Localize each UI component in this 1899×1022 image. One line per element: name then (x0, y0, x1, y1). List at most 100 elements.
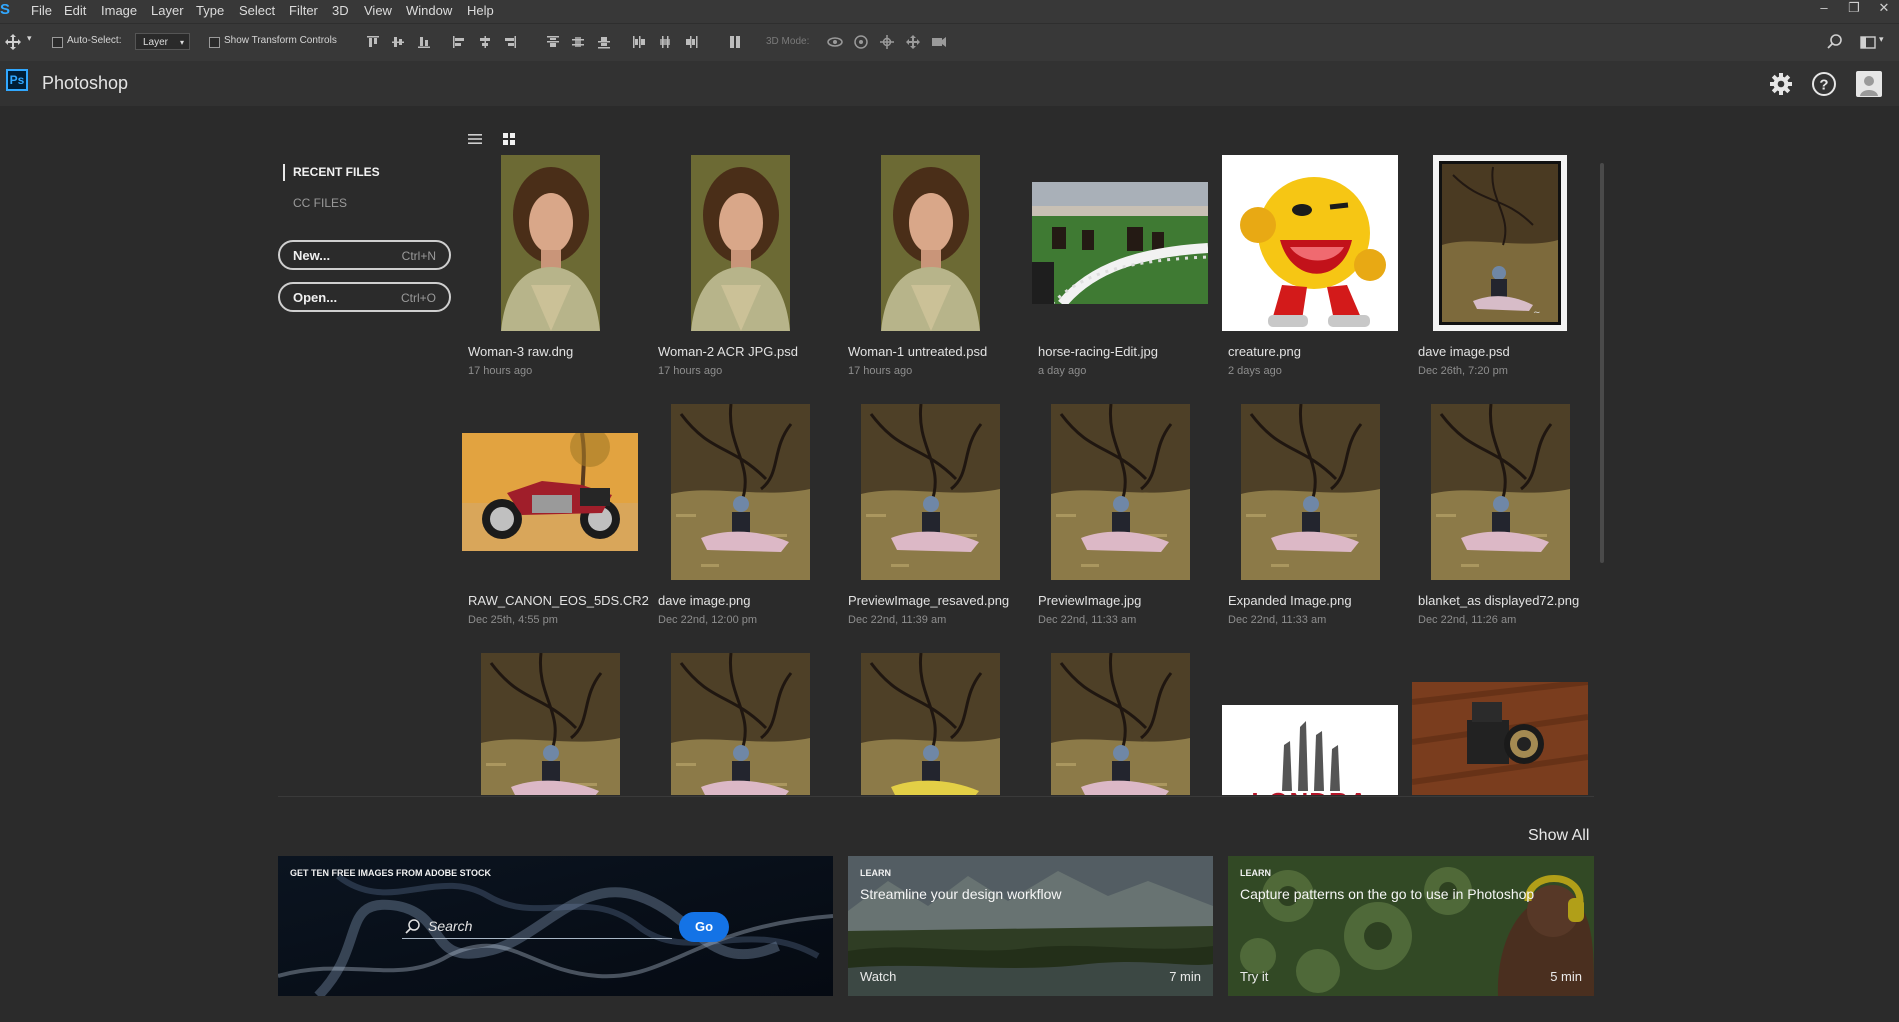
menu-help[interactable]: Help (467, 3, 494, 18)
learn-card-1-action[interactable]: Watch (860, 969, 896, 984)
file-tile[interactable]: ~ dave image.psd Dec 26th, 7:20 pm (1412, 155, 1588, 395)
menu-edit[interactable]: Edit (64, 3, 86, 18)
file-thumbnail (1240, 404, 1380, 580)
roll-3d-icon[interactable] (852, 33, 870, 51)
file-thumbnail-area[interactable] (842, 653, 1018, 795)
move-tool-icon[interactable] (4, 33, 22, 51)
close-icon[interactable]: ✕ (1869, 0, 1899, 23)
file-tile[interactable]: LONDRAIMMOBILI (1222, 653, 1398, 795)
file-tile[interactable]: RAW_CANON_EOS_5DS.CR2 Dec 25th, 4:55 pm (462, 404, 649, 644)
distribute-hcenter-icon[interactable] (656, 33, 674, 51)
stock-search-field[interactable]: Search (402, 914, 672, 939)
file-tile[interactable]: Woman-3 raw.dng 17 hours ago (462, 155, 638, 395)
distribute-left-icon[interactable] (630, 33, 648, 51)
file-thumbnail-area[interactable] (1222, 404, 1398, 580)
menu-file[interactable]: File (31, 3, 52, 18)
file-tile[interactable] (652, 653, 828, 795)
new-shortcut: Ctrl+N (401, 249, 436, 263)
learn-card-design-workflow[interactable]: LEARN Streamline your design workflow Wa… (848, 856, 1213, 996)
file-thumbnail-area[interactable] (462, 155, 638, 331)
file-thumbnail-area[interactable] (842, 155, 1018, 331)
file-thumbnail-area[interactable] (1032, 653, 1208, 795)
align-hcenter-icon[interactable] (476, 33, 494, 51)
menu-view[interactable]: View (364, 3, 392, 18)
user-avatar-icon[interactable] (1855, 70, 1883, 98)
menu-layer[interactable]: Layer (151, 3, 184, 18)
menu-filter[interactable]: Filter (289, 3, 318, 18)
file-tile[interactable] (462, 653, 638, 795)
file-tile[interactable]: creature.png 2 days ago (1222, 155, 1398, 395)
drag-3d-icon[interactable] (878, 33, 896, 51)
file-thumbnail-area[interactable] (1032, 404, 1208, 580)
scale-3d-icon[interactable] (930, 33, 948, 51)
menu-type[interactable]: Type (196, 3, 224, 18)
file-thumbnail-area[interactable] (462, 653, 638, 795)
file-tile[interactable]: Expanded Image.png Dec 22nd, 11:33 am (1222, 404, 1398, 644)
show-all-link[interactable]: Show All (1528, 827, 1589, 845)
show-transform-checkbox[interactable] (209, 37, 220, 48)
distribute-right-icon[interactable] (682, 33, 700, 51)
file-tile[interactable]: dave image.png Dec 22nd, 12:00 pm (652, 404, 828, 644)
align-left-icon[interactable] (450, 33, 468, 51)
file-tile[interactable]: horse-racing-Edit.jpg a day ago (1032, 155, 1208, 395)
learn-card-capture-patterns[interactable]: LEARN Capture patterns on the go to use … (1228, 856, 1594, 996)
gear-icon[interactable] (1767, 70, 1795, 98)
file-thumbnail-area[interactable] (652, 653, 828, 795)
align-right-icon[interactable] (501, 33, 519, 51)
file-thumbnail-area[interactable]: LONDRAIMMOBILI (1222, 653, 1398, 795)
file-thumbnail-area[interactable] (1412, 653, 1588, 795)
grid-view-icon[interactable] (500, 130, 518, 148)
file-thumbnail-area[interactable] (1032, 155, 1208, 331)
auto-select-checkbox[interactable] (52, 37, 63, 48)
grid-scrollbar[interactable] (1600, 163, 1604, 563)
learn-card-2-duration: 5 min (1550, 969, 1582, 984)
align-top-icon[interactable] (364, 33, 382, 51)
adobe-stock-card[interactable]: GET TEN FREE IMAGES FROM ADOBE STOCK Sea… (278, 856, 833, 996)
new-button[interactable]: New... Ctrl+N (278, 240, 451, 270)
search-icon[interactable] (1826, 33, 1844, 51)
list-view-icon[interactable] (466, 130, 484, 148)
tool-preset-chevron-icon[interactable]: ▾ (27, 33, 32, 44)
file-tile[interactable]: Woman-1 untreated.psd 17 hours ago (842, 155, 1018, 395)
auto-align-icon[interactable] (726, 33, 744, 51)
distribute-bottom-icon[interactable] (595, 33, 613, 51)
distribute-top-icon[interactable] (544, 33, 562, 51)
menu-select[interactable]: Select (239, 3, 275, 18)
file-thumbnail-area[interactable] (652, 155, 828, 331)
file-thumbnail-area[interactable]: ~ (1412, 155, 1588, 331)
file-thumbnail-area[interactable] (842, 404, 1018, 580)
learn-card-2-action[interactable]: Try it (1240, 969, 1268, 984)
align-vcenter-icon[interactable] (389, 33, 407, 51)
menu-3d[interactable]: 3D (332, 3, 349, 18)
file-tile[interactable]: Woman-2 ACR JPG.psd 17 hours ago (652, 155, 828, 395)
file-tile[interactable] (842, 653, 1018, 795)
tab-cc-files[interactable]: CC FILES (293, 196, 347, 210)
file-tile[interactable] (1412, 653, 1588, 795)
help-icon[interactable]: ? (1810, 70, 1838, 98)
go-button[interactable]: Go (679, 912, 729, 942)
file-name: horse-racing-Edit.jpg (1038, 344, 1158, 359)
distribute-vcenter-icon[interactable] (569, 33, 587, 51)
open-button[interactable]: Open... Ctrl+O (278, 282, 451, 312)
menu-window[interactable]: Window (406, 3, 452, 18)
orbit-3d-icon[interactable] (826, 33, 844, 51)
file-thumbnail-area[interactable] (1412, 404, 1588, 580)
file-thumbnail-area[interactable] (1222, 155, 1398, 331)
file-tile[interactable] (1032, 653, 1208, 795)
tab-recent-files[interactable]: RECENT FILES (283, 164, 380, 181)
file-thumbnail-area[interactable] (462, 404, 638, 580)
auto-select-target-dropdown[interactable]: Layer ▾ (135, 33, 190, 50)
workspace-icon[interactable] (1859, 33, 1877, 51)
align-bottom-icon[interactable] (415, 33, 433, 51)
minimize-icon[interactable]: – (1809, 0, 1839, 23)
menu-image[interactable]: Image (101, 3, 137, 18)
restore-icon[interactable]: ❐ (1839, 0, 1869, 23)
file-tile[interactable]: blanket_as displayed72.png Dec 22nd, 11:2… (1412, 404, 1588, 644)
file-thumbnail (1430, 404, 1570, 580)
slide-3d-icon[interactable] (904, 33, 922, 51)
file-modified-time: 17 hours ago (658, 365, 723, 377)
workspace-chevron-icon[interactable]: ▾ (1879, 34, 1884, 45)
file-thumbnail-area[interactable] (652, 404, 828, 580)
file-tile[interactable]: PreviewImage.jpg Dec 22nd, 11:33 am (1032, 404, 1208, 644)
file-tile[interactable]: PreviewImage_resaved.png Dec 22nd, 11:39 … (842, 404, 1018, 644)
